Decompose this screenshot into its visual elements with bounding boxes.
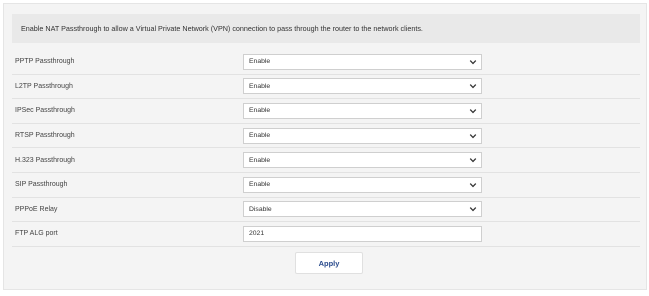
chevron-down-icon bbox=[469, 84, 477, 89]
pppoe-label: PPPoE Relay bbox=[15, 205, 58, 213]
chevron-down-icon bbox=[469, 207, 477, 212]
settings-list: PPTP Passthrough Enable L2TP Passthrough… bbox=[12, 50, 640, 247]
chevron-down-icon bbox=[469, 133, 477, 138]
pppoe-value: Disable bbox=[249, 205, 272, 213]
pppoe-select[interactable]: Disable bbox=[243, 201, 482, 218]
l2tp-value: Enable bbox=[249, 82, 271, 90]
sip-select[interactable]: Enable bbox=[243, 176, 482, 193]
l2tp-select[interactable]: Enable bbox=[243, 78, 482, 95]
chevron-down-icon bbox=[469, 158, 477, 163]
l2tp-label: L2TP Passthrough bbox=[15, 82, 73, 90]
sip-value: Enable bbox=[249, 181, 271, 189]
pptp-label: PPTP Passthrough bbox=[15, 58, 75, 66]
ipsec-select[interactable]: Enable bbox=[243, 102, 482, 119]
setting-row-h323: H.323 Passthrough Enable bbox=[12, 148, 640, 173]
ipsec-label: IPSec Passthrough bbox=[15, 107, 75, 115]
rtsp-label: RTSP Passthrough bbox=[15, 132, 75, 140]
ftp-alg-port-value: 2021 bbox=[249, 230, 265, 238]
h323-value: Enable bbox=[249, 156, 271, 164]
sip-label: SIP Passthrough bbox=[15, 181, 68, 189]
pptp-value: Enable bbox=[249, 58, 271, 66]
setting-row-ipsec: IPSec Passthrough Enable bbox=[12, 99, 640, 124]
rtsp-value: Enable bbox=[249, 132, 271, 140]
ftp-alg-label: FTP ALG port bbox=[15, 230, 58, 238]
pptp-select[interactable]: Enable bbox=[243, 53, 482, 70]
nat-passthrough-page: Enable NAT Passthrough to allow a Virtua… bbox=[3, 3, 647, 290]
chevron-down-icon bbox=[469, 59, 477, 65]
info-banner: Enable NAT Passthrough to allow a Virtua… bbox=[12, 14, 640, 43]
ipsec-value: Enable bbox=[249, 107, 271, 115]
setting-row-sip: SIP Passthrough Enable bbox=[12, 173, 640, 198]
setting-row-pppoe: PPPoE Relay Disable bbox=[12, 198, 640, 223]
h323-label: H.323 Passthrough bbox=[15, 156, 75, 164]
setting-row-ftp-alg: FTP ALG port 2021 bbox=[12, 222, 640, 247]
rtsp-select[interactable]: Enable bbox=[243, 127, 482, 144]
setting-row-l2tp: L2TP Passthrough Enable bbox=[12, 75, 640, 100]
setting-row-pptp: PPTP Passthrough Enable bbox=[12, 50, 640, 75]
setting-row-rtsp: RTSP Passthrough Enable bbox=[12, 124, 640, 149]
apply-button[interactable]: Apply bbox=[295, 252, 363, 274]
chevron-down-icon bbox=[469, 182, 477, 188]
ftp-alg-port-input[interactable]: 2021 bbox=[243, 225, 482, 242]
chevron-down-icon bbox=[469, 109, 477, 114]
h323-select[interactable]: Enable bbox=[243, 152, 482, 169]
